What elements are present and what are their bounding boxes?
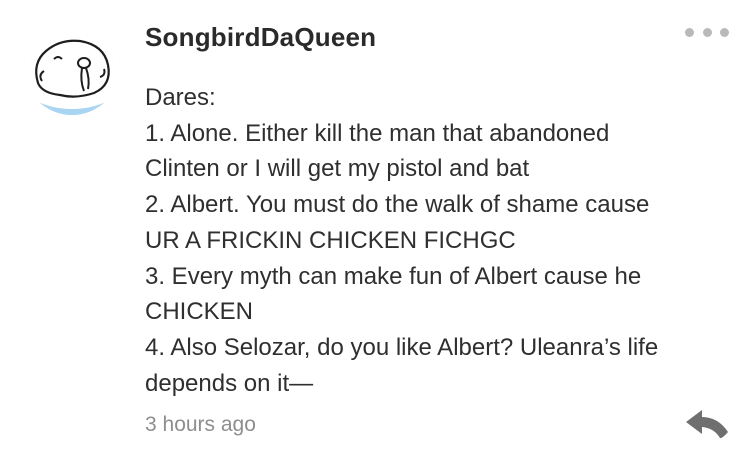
username[interactable]: SongbirdDaQueen <box>145 22 376 53</box>
comment-line: UR A FRICKIN CHICKEN FICHGC <box>145 226 516 254</box>
user-avatar[interactable] <box>24 19 120 115</box>
reply-button[interactable] <box>684 408 730 440</box>
ellipsis-icon <box>685 27 694 37</box>
comment-line: depends on it— <box>145 369 314 397</box>
comment-line: Dares: <box>145 84 216 111</box>
comment-line: Clinten or I will get my pistol and bat <box>145 155 530 183</box>
comment-line: CHICKEN <box>145 298 254 326</box>
comment-line: 1. Alone. Either kill the man that aband… <box>145 119 610 147</box>
ellipsis-icon <box>702 27 712 37</box>
comment-line: 4. Also Selozar, do you like Albert? Ule… <box>145 333 659 361</box>
comment-card: SongbirdDaQueen Dares: 1. Alone. Either … <box>0 0 750 466</box>
reply-arrow-icon <box>686 410 728 439</box>
comment-body: Dares: 1. Alone. Either kill the man tha… <box>145 80 725 401</box>
ellipsis-icon <box>720 27 729 37</box>
comment-line: 3. Every myth can make fun of Albert cau… <box>145 262 642 290</box>
cartoon-blob-avatar-icon <box>24 19 120 115</box>
comment-line: 2. Albert. You must do the walk of shame… <box>145 191 650 219</box>
more-options-button[interactable] <box>685 21 729 43</box>
timestamp: 3 hours ago <box>145 413 256 436</box>
